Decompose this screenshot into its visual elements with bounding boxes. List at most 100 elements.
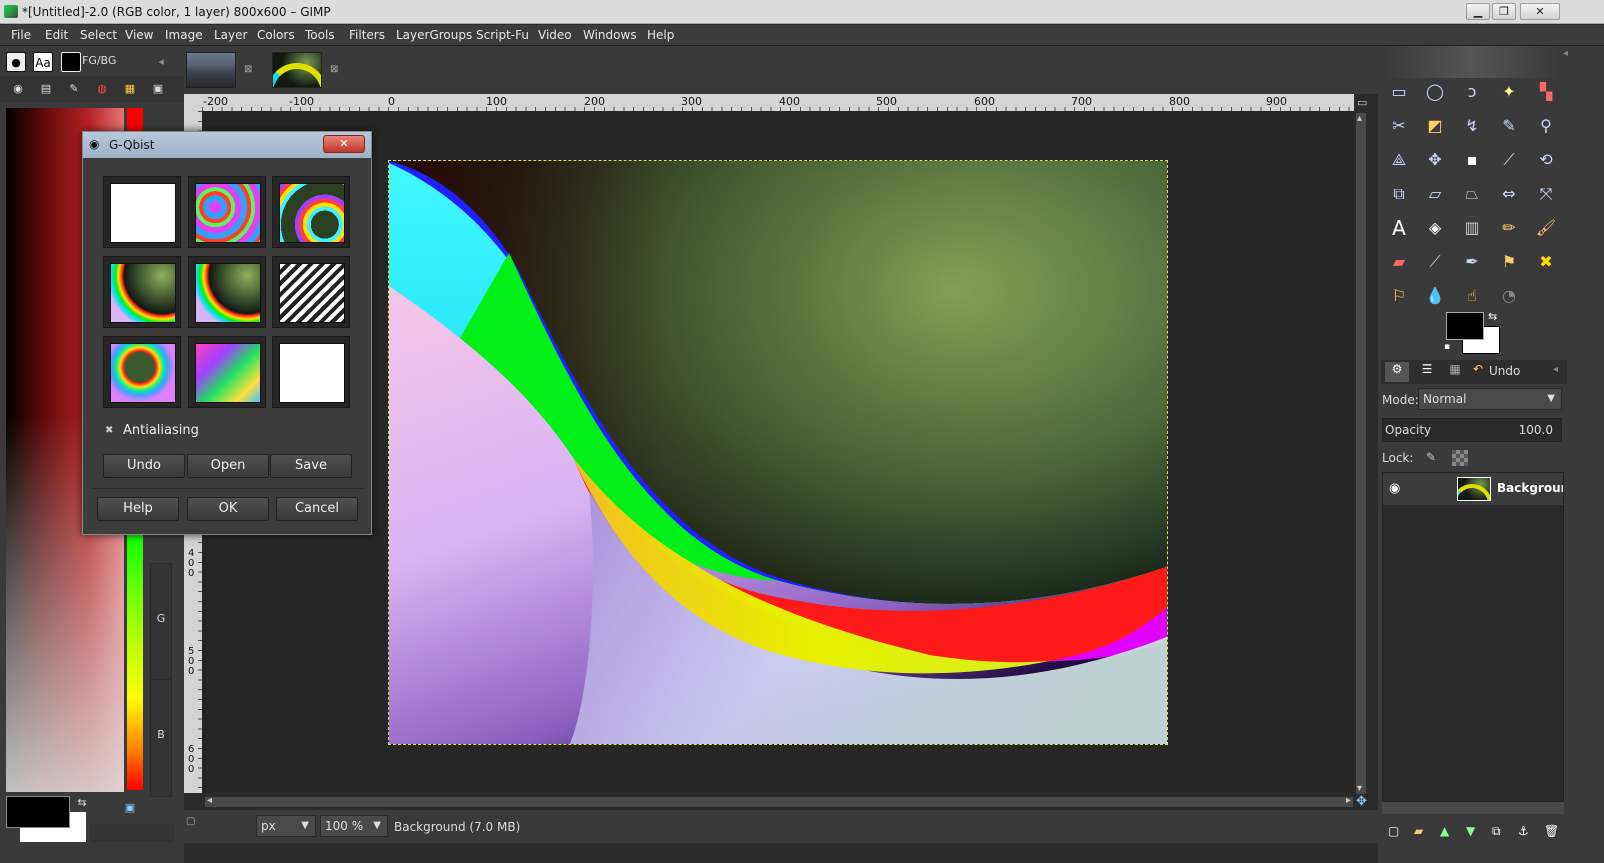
eraser-icon[interactable]: ▰ <box>1385 248 1413 276</box>
scroll-left-icon[interactable]: ◂ <box>207 795 212 806</box>
qbist-preset-9[interactable] <box>272 336 350 408</box>
move-icon[interactable]: ✥ <box>1421 146 1449 174</box>
gimp-tab-icon[interactable]: ◉ <box>8 79 28 99</box>
close-tab-icon[interactable]: ⊠ <box>244 64 252 75</box>
lower-layer-icon[interactable]: ▼ <box>1466 824 1475 838</box>
undo-tab-label[interactable]: Undo <box>1489 364 1520 378</box>
undo-tab-icon[interactable]: ↶ <box>1473 362 1483 376</box>
align-icon[interactable]: ▪ <box>1458 146 1486 174</box>
qbist-preset-7[interactable] <box>103 336 181 408</box>
antialiasing-label[interactable]: Antialiasing <box>123 423 199 438</box>
perspective-icon[interactable]: ⏢ <box>1458 180 1486 208</box>
layers-tab-icon[interactable]: ☰ <box>1415 362 1439 382</box>
vertical-scrollbar[interactable]: ▴ ▾ <box>1355 112 1367 795</box>
ink-icon[interactable]: ✒ <box>1458 248 1486 276</box>
menu-colors[interactable]: Colors <box>257 28 295 42</box>
layer-mode-select[interactable]: Normal ▼ <box>1418 388 1562 410</box>
blur-icon[interactable]: 💧 <box>1421 282 1449 310</box>
qbist-preset-4[interactable] <box>103 256 181 328</box>
zoom-selector[interactable]: 100 % ▼ <box>320 815 388 837</box>
open-button[interactable]: Open <box>187 454 269 478</box>
close-window-button[interactable]: ✕ <box>1520 3 1560 20</box>
cancel-button[interactable]: Cancel <box>276 497 358 521</box>
clone-icon[interactable]: ⚑ <box>1495 248 1523 276</box>
swap-colors-icon[interactable]: ⇆ <box>72 793 92 813</box>
image-tab-city[interactable] <box>186 52 236 88</box>
menu-select[interactable]: Select <box>80 28 117 42</box>
scale-icon[interactable]: ▣ <box>148 79 168 99</box>
smudge-icon[interactable]: ☝ <box>1458 282 1486 310</box>
color-dialog-icon[interactable]: ▣ <box>120 798 140 818</box>
menu-windows[interactable]: Windows <box>583 28 637 42</box>
qbist-preset-2[interactable] <box>188 176 266 248</box>
layers-scrollbar[interactable] <box>1382 802 1564 814</box>
scale-icon[interactable]: ⧉ <box>1385 180 1413 208</box>
font-tab[interactable]: Aa <box>33 52 53 72</box>
close-dialog-button[interactable]: ✕ <box>323 135 365 153</box>
palette-icon[interactable]: ▦ <box>120 79 140 99</box>
new-layer-icon[interactable]: ▢ <box>1388 824 1399 838</box>
paintbrush-icon[interactable]: 🖌 <box>1532 214 1560 242</box>
image-tab-current[interactable] <box>272 52 322 88</box>
qbist-preset-5[interactable] <box>188 256 266 328</box>
undo-button[interactable]: Undo <box>103 454 185 478</box>
dock-menu-icon[interactable]: ◂ <box>1553 364 1558 375</box>
rect-select-icon[interactable]: ▭ <box>1385 78 1413 106</box>
foreground-select-icon[interactable]: ◩ <box>1421 112 1449 140</box>
scissors-icon[interactable]: ✂ <box>1385 112 1413 140</box>
duplicate-layer-icon[interactable]: ⧉ <box>1492 824 1501 839</box>
antialiasing-checkbox[interactable]: ✖ <box>105 425 113 436</box>
horizontal-ruler[interactable]: -200 -100 0 100 200 300 400 500 600 700 … <box>202 94 1354 111</box>
crop-icon[interactable]: ⟋ <box>1495 146 1523 174</box>
airbrush-icon[interactable]: ⟋ <box>1421 248 1449 276</box>
bucket-fill-icon[interactable]: ◈ <box>1421 214 1449 242</box>
paths-icon[interactable]: ↯ <box>1458 112 1486 140</box>
horizontal-scrollbar[interactable]: ◂ ▸ <box>204 795 1354 808</box>
opacity-slider[interactable]: Opacity 100.0 <box>1382 418 1562 442</box>
help-button[interactable]: Help <box>97 497 179 521</box>
menu-video[interactable]: Video <box>538 28 572 42</box>
menu-edit[interactable]: Edit <box>45 28 68 42</box>
cage-transform-icon[interactable]: ⤧ <box>1532 180 1560 208</box>
heal-icon[interactable]: ✖ <box>1532 248 1560 276</box>
menu-tools[interactable]: Tools <box>305 28 335 42</box>
ellipse-select-icon[interactable]: ◯ <box>1421 78 1449 106</box>
unit-selector[interactable]: px ▼ <box>256 815 316 837</box>
navigate-icon[interactable]: ✥ <box>1356 794 1367 809</box>
zoom-icon[interactable]: ⚲ <box>1532 112 1560 140</box>
brush-preview-icon[interactable]: ● <box>6 52 26 72</box>
menu-file[interactable]: File <box>11 28 31 42</box>
ok-button[interactable]: OK <box>187 497 269 521</box>
menu-layer[interactable]: Layer <box>214 28 247 42</box>
foreground-color-swatch[interactable] <box>1446 312 1484 340</box>
swap-colors-icon[interactable]: ⇆ <box>1488 310 1497 323</box>
flip-icon[interactable]: ⇔ <box>1495 180 1523 208</box>
tool-options-tab-icon[interactable]: ⚙ <box>1385 362 1409 382</box>
menu-view[interactable]: View <box>125 28 153 42</box>
channel-b-label[interactable]: B <box>150 679 172 797</box>
raise-layer-icon[interactable]: ▲ <box>1440 824 1449 838</box>
measure-icon[interactable]: ⟁ <box>1385 146 1413 174</box>
text-tool-icon[interactable]: A <box>1385 214 1413 242</box>
dialog-title-bar[interactable]: ◉ G-Qbist ✕ <box>83 132 371 158</box>
green-channel-slider[interactable] <box>127 526 143 790</box>
channels-tab-icon[interactable]: ▦ <box>1443 362 1467 382</box>
layer-name[interactable]: Background <box>1497 481 1563 495</box>
fuzzy-select-icon[interactable]: ✦ <box>1495 78 1523 106</box>
lock-pixels-icon[interactable]: ✎ <box>1426 450 1436 464</box>
color-picker-icon[interactable]: ✎ <box>1495 112 1523 140</box>
qbist-preset-3[interactable] <box>272 176 350 248</box>
dodge-burn-icon[interactable]: ◔ <box>1495 282 1523 310</box>
scroll-down-icon[interactable]: ▾ <box>1357 783 1362 794</box>
zoom-on-resize-icon[interactable]: ▭ <box>1357 96 1367 109</box>
reset-colors-icon[interactable]: ▪ <box>1444 342 1450 352</box>
select-by-color-icon[interactable]: ▚ <box>1532 78 1560 106</box>
fgbg-swatch-icon[interactable] <box>61 52 81 72</box>
perspective-clone-icon[interactable]: ⚐ <box>1385 282 1413 310</box>
scroll-right-icon[interactable]: ▸ <box>1346 795 1351 806</box>
pencil-icon[interactable]: ✏ <box>1495 214 1523 242</box>
channel-g-label[interactable]: G <box>150 563 172 681</box>
image-canvas[interactable] <box>388 160 1168 745</box>
anchor-layer-icon[interactable]: ⚓ <box>1518 824 1529 838</box>
layer-row[interactable]: ◉ Background <box>1383 473 1563 505</box>
